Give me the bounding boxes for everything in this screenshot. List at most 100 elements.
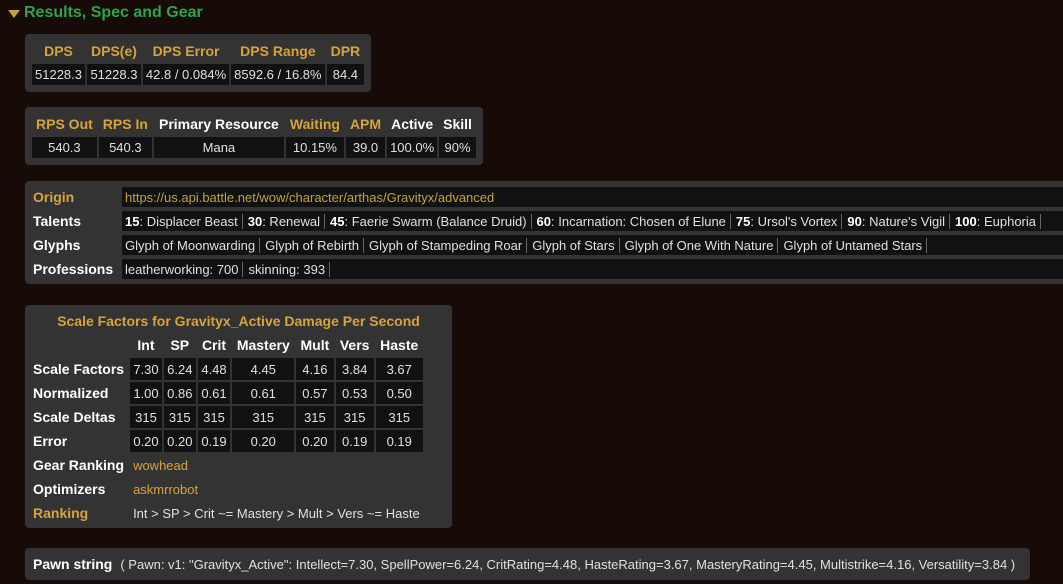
table-cell: 0.53 bbox=[335, 382, 374, 404]
table-cell: 0.61 bbox=[197, 382, 231, 404]
column-header: Mastery bbox=[236, 337, 290, 353]
wowhead-link[interactable]: wowhead bbox=[130, 454, 423, 476]
row-label: Scale Deltas bbox=[33, 409, 116, 425]
table-cell: 4.48 bbox=[197, 358, 231, 380]
table-cell: 0.86 bbox=[163, 382, 196, 404]
talent-item: 90: Nature's Vigil bbox=[847, 213, 951, 229]
value-dps: 51228.3 bbox=[32, 64, 85, 85]
profession-item: leatherworking: 700 bbox=[125, 261, 244, 277]
section-toggle[interactable]: Results, Spec and Gear bbox=[8, 4, 203, 22]
pawn-string-value[interactable]: ( Pawn: v1: "Gravityx_Active": Intellect… bbox=[120, 557, 1015, 572]
column-header: Mult bbox=[300, 337, 330, 353]
gear-ranking-label: Gear Ranking bbox=[33, 457, 125, 473]
table-cell: 7.30 bbox=[130, 358, 162, 380]
glyph-item: Glyph of Untamed Stars bbox=[783, 237, 928, 253]
glyph-item: Glyph of Moonwarding bbox=[125, 237, 261, 253]
table-cell: 6.24 bbox=[163, 358, 196, 380]
table-row: Scale Deltas 315 315 315 315 315 315 315 bbox=[33, 406, 423, 428]
header-rps-in: RPS In bbox=[102, 116, 148, 132]
origin-label: Origin bbox=[33, 189, 75, 205]
section-title: Results, Spec and Gear bbox=[24, 4, 203, 21]
talent-item: 60: Incarnation: Chosen of Elune bbox=[537, 213, 731, 229]
dps-summary-panel: DPS DPS(e) DPS Error DPS Range DPR 51228… bbox=[25, 34, 372, 92]
column-header: Haste bbox=[380, 337, 419, 353]
talents-label: Talents bbox=[33, 213, 81, 229]
dps-table: DPS DPS(e) DPS Error DPS Range DPR 51228… bbox=[30, 38, 366, 87]
header-primary-resource: Primary Resource bbox=[158, 116, 279, 132]
profession-item: skinning: 393 bbox=[248, 261, 331, 277]
header-dps: DPS bbox=[44, 43, 73, 59]
table-cell: 0.57 bbox=[296, 382, 334, 404]
askmrrobot-link[interactable]: askmrrobot bbox=[130, 478, 423, 500]
table-cell: 0.20 bbox=[232, 430, 295, 452]
table-cell: 0.20 bbox=[130, 430, 162, 452]
glyph-item: Glyph of Stampeding Roar bbox=[369, 237, 528, 253]
glyph-item: Glyph of Rebirth bbox=[265, 237, 365, 253]
table-cell: 0.19 bbox=[375, 430, 423, 452]
table-row: Error 0.20 0.20 0.19 0.20 0.20 0.19 0.19 bbox=[33, 430, 423, 452]
table-cell: 315 bbox=[163, 406, 196, 428]
ranking-label: Ranking bbox=[33, 505, 89, 521]
header-dps-e: DPS(e) bbox=[91, 43, 137, 59]
table-cell: 315 bbox=[375, 406, 423, 428]
resource-table: RPS Out RPS In Primary Resource Waiting … bbox=[30, 111, 478, 160]
header-rps-out: RPS Out bbox=[36, 116, 93, 132]
table-cell: 315 bbox=[296, 406, 334, 428]
table-row: Scale Factors 7.30 6.24 4.48 4.45 4.16 3… bbox=[33, 358, 423, 380]
header-skill: Skill bbox=[443, 116, 472, 132]
table-cell: 315 bbox=[197, 406, 231, 428]
header-apm: APM bbox=[349, 116, 382, 132]
table-cell: 3.84 bbox=[335, 358, 374, 380]
value-rps-in: 540.3 bbox=[98, 137, 152, 158]
table-cell: 0.50 bbox=[375, 382, 423, 404]
ranking-value: Int > SP > Crit ~= Mastery > Mult > Vers… bbox=[133, 505, 420, 521]
talent-item: 100: Euphoria bbox=[955, 213, 1041, 229]
glyph-item: Glyph of Stars bbox=[532, 237, 620, 253]
header-dpr: DPR bbox=[330, 43, 361, 59]
value-skill: 90% bbox=[439, 137, 476, 158]
header-waiting: Waiting bbox=[289, 116, 340, 132]
optimizers-label: Optimizers bbox=[33, 481, 106, 497]
column-header: Crit bbox=[201, 337, 227, 353]
header-dps-error: DPS Error bbox=[152, 43, 220, 59]
glyphs-cell: Glyph of Moonwarding Glyph of Rebirth Gl… bbox=[122, 235, 1063, 255]
scale-factors-panel: Scale Factors for Gravityx_Active Damage… bbox=[25, 305, 452, 528]
pawn-string-panel: Pawn string ( Pawn: v1: "Gravityx_Active… bbox=[25, 548, 1030, 580]
value-rps-out: 540.3 bbox=[32, 137, 97, 158]
column-header: SP bbox=[170, 337, 190, 353]
character-profile-panel: Origin https://us.api.battle.net/wow/cha… bbox=[25, 181, 1063, 284]
pawn-label: Pawn string bbox=[33, 556, 113, 572]
talent-item: 75: Ursol's Vortex bbox=[736, 213, 843, 229]
row-label: Scale Factors bbox=[33, 361, 125, 377]
talent-item: 30: Renewal bbox=[248, 213, 326, 229]
header-active: Active bbox=[391, 116, 434, 132]
talent-item: 45: Faerie Swarm (Balance Druid) bbox=[330, 213, 532, 229]
value-apm: 39.0 bbox=[345, 137, 386, 158]
ranking-row: Ranking Int > SP > Crit ~= Mastery > Mul… bbox=[33, 502, 423, 524]
table-cell: 0.19 bbox=[335, 430, 374, 452]
table-cell: 1.00 bbox=[130, 382, 162, 404]
value-active: 100.0% bbox=[387, 137, 438, 158]
glyph-item: Glyph of One With Nature bbox=[625, 237, 779, 253]
professions-label: Professions bbox=[33, 261, 114, 277]
table-cell: 3.67 bbox=[375, 358, 423, 380]
optimizers-row: Optimizers askmrrobot bbox=[33, 478, 423, 500]
corner-cell bbox=[33, 334, 128, 356]
value-dps-range: 8592.6 / 16.8% bbox=[231, 64, 325, 85]
table-cell: 4.45 bbox=[232, 358, 295, 380]
value-dps-e: 51228.3 bbox=[87, 64, 141, 85]
collapse-triangle-icon[interactable] bbox=[8, 10, 20, 18]
value-waiting: 10.15% bbox=[285, 137, 344, 158]
column-header: Int bbox=[137, 337, 155, 353]
table-row: Normalized 1.00 0.86 0.61 0.61 0.57 0.53… bbox=[33, 382, 423, 404]
origin-link[interactable]: https://us.api.battle.net/wow/character/… bbox=[125, 190, 494, 205]
table-cell: 0.61 bbox=[232, 382, 295, 404]
value-dpr: 84.4 bbox=[326, 64, 365, 85]
table-cell: 315 bbox=[335, 406, 374, 428]
talent-item: 15: Displacer Beast bbox=[125, 213, 243, 229]
scale-factors-table: Int SP Crit Mastery Mult Vers Haste Scal… bbox=[31, 332, 425, 526]
table-cell: 0.20 bbox=[296, 430, 334, 452]
row-label: Error bbox=[33, 433, 68, 449]
header-dps-range: DPS Range bbox=[240, 43, 316, 59]
table-cell: 315 bbox=[130, 406, 162, 428]
